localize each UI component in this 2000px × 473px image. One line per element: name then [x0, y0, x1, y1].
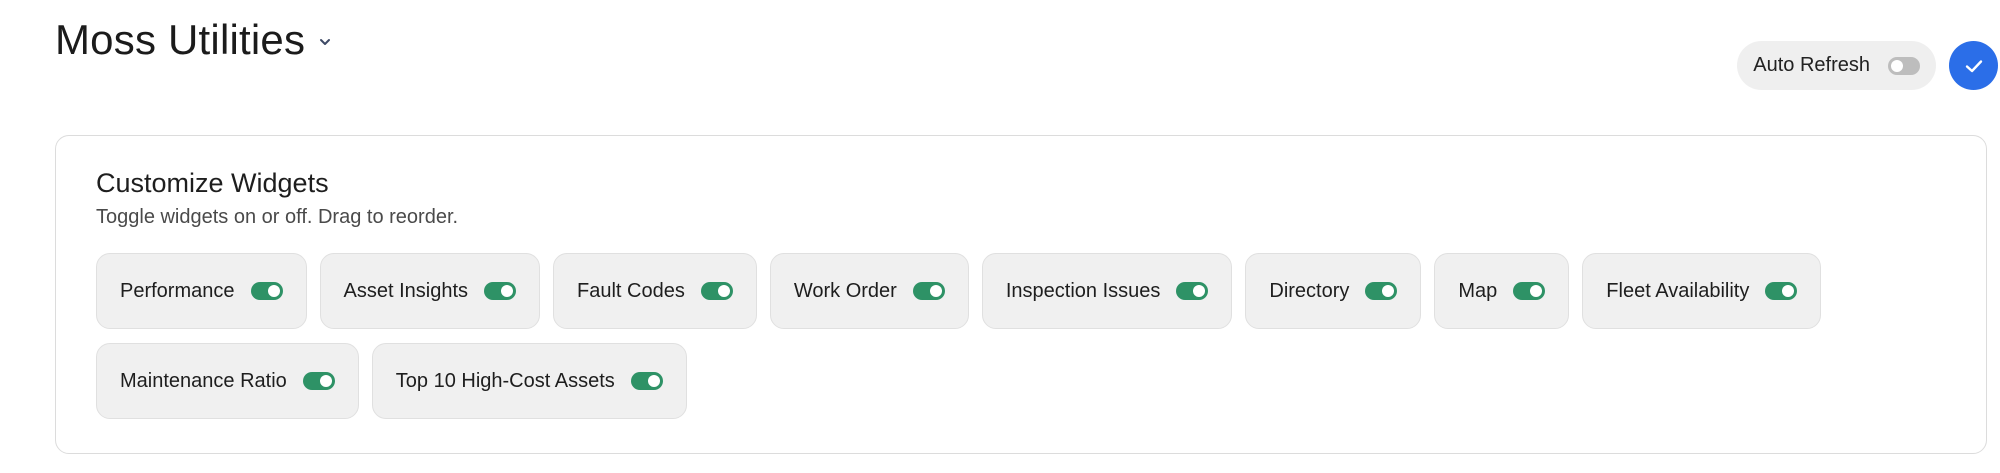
auto-refresh-control[interactable]: Auto Refresh [1737, 41, 1936, 90]
widget-chip-maintenance-ratio[interactable]: Maintenance Ratio [96, 343, 359, 419]
widget-toggle[interactable] [1365, 282, 1398, 300]
header-actions: Auto Refresh [1737, 41, 1998, 90]
customize-widgets-panel: Customize Widgets Toggle widgets on or o… [55, 135, 1987, 454]
dashboard-settings-page: Moss Utilities Auto Refresh Customize Wi… [0, 0, 2000, 473]
widget-chip-inspection-issues[interactable]: Inspection Issues [981, 253, 1233, 329]
widget-chip-fault-codes[interactable]: Fault Codes [553, 253, 757, 329]
widget-chip-label: Performance [120, 279, 235, 302]
widget-toggle[interactable] [484, 282, 517, 300]
widget-chip-label: Map [1458, 279, 1498, 302]
widget-chip-label: Fault Codes [577, 279, 685, 302]
auto-refresh-label: Auto Refresh [1753, 54, 1870, 76]
widget-toggle[interactable] [1176, 282, 1209, 300]
chevron-down-icon [320, 39, 331, 45]
widget-chip-fleet-availability[interactable]: Fleet Availability [1582, 253, 1822, 329]
panel-subtitle: Toggle widgets on or off. Drag to reorde… [96, 206, 459, 228]
widget-chip-asset-insights[interactable]: Asset Insights [319, 253, 541, 329]
widget-chip-directory[interactable]: Directory [1245, 253, 1422, 329]
widget-chip-map[interactable]: Map [1434, 253, 1570, 329]
widget-toggle[interactable] [700, 282, 733, 300]
widget-toggle[interactable] [250, 282, 283, 300]
widget-chip-label: Asset Insights [343, 279, 469, 302]
widget-chip-label: Work Order [793, 279, 897, 302]
widget-chip-label: Fleet Availability [1606, 279, 1750, 302]
widget-chip-work-order[interactable]: Work Order [769, 253, 969, 329]
confirm-button[interactable] [1949, 41, 1998, 90]
check-icon [1965, 59, 1982, 72]
widget-chip-list: Performance Asset Insights Fault Codes W… [96, 253, 1956, 419]
widget-toggle[interactable] [912, 282, 945, 300]
widget-toggle[interactable] [1765, 282, 1798, 300]
title-dropdown[interactable]: Moss Utilities [55, 16, 333, 64]
widget-chip-label: Top 10 High-Cost Assets [395, 369, 615, 392]
auto-refresh-toggle[interactable] [1888, 56, 1920, 75]
panel-title: Customize Widgets [96, 168, 329, 198]
page-title: Moss Utilities [55, 16, 306, 63]
widget-toggle[interactable] [630, 372, 663, 390]
widget-chip-performance[interactable]: Performance [96, 253, 307, 329]
widget-chip-label: Maintenance Ratio [120, 369, 287, 392]
widget-chip-label: Directory [1269, 279, 1350, 302]
widget-chip-label: Inspection Issues [1005, 279, 1161, 302]
widget-chip-top-10-high-cost-assets[interactable]: Top 10 High-Cost Assets [371, 343, 687, 419]
widget-toggle[interactable] [302, 372, 335, 390]
widget-toggle[interactable] [1513, 282, 1546, 300]
